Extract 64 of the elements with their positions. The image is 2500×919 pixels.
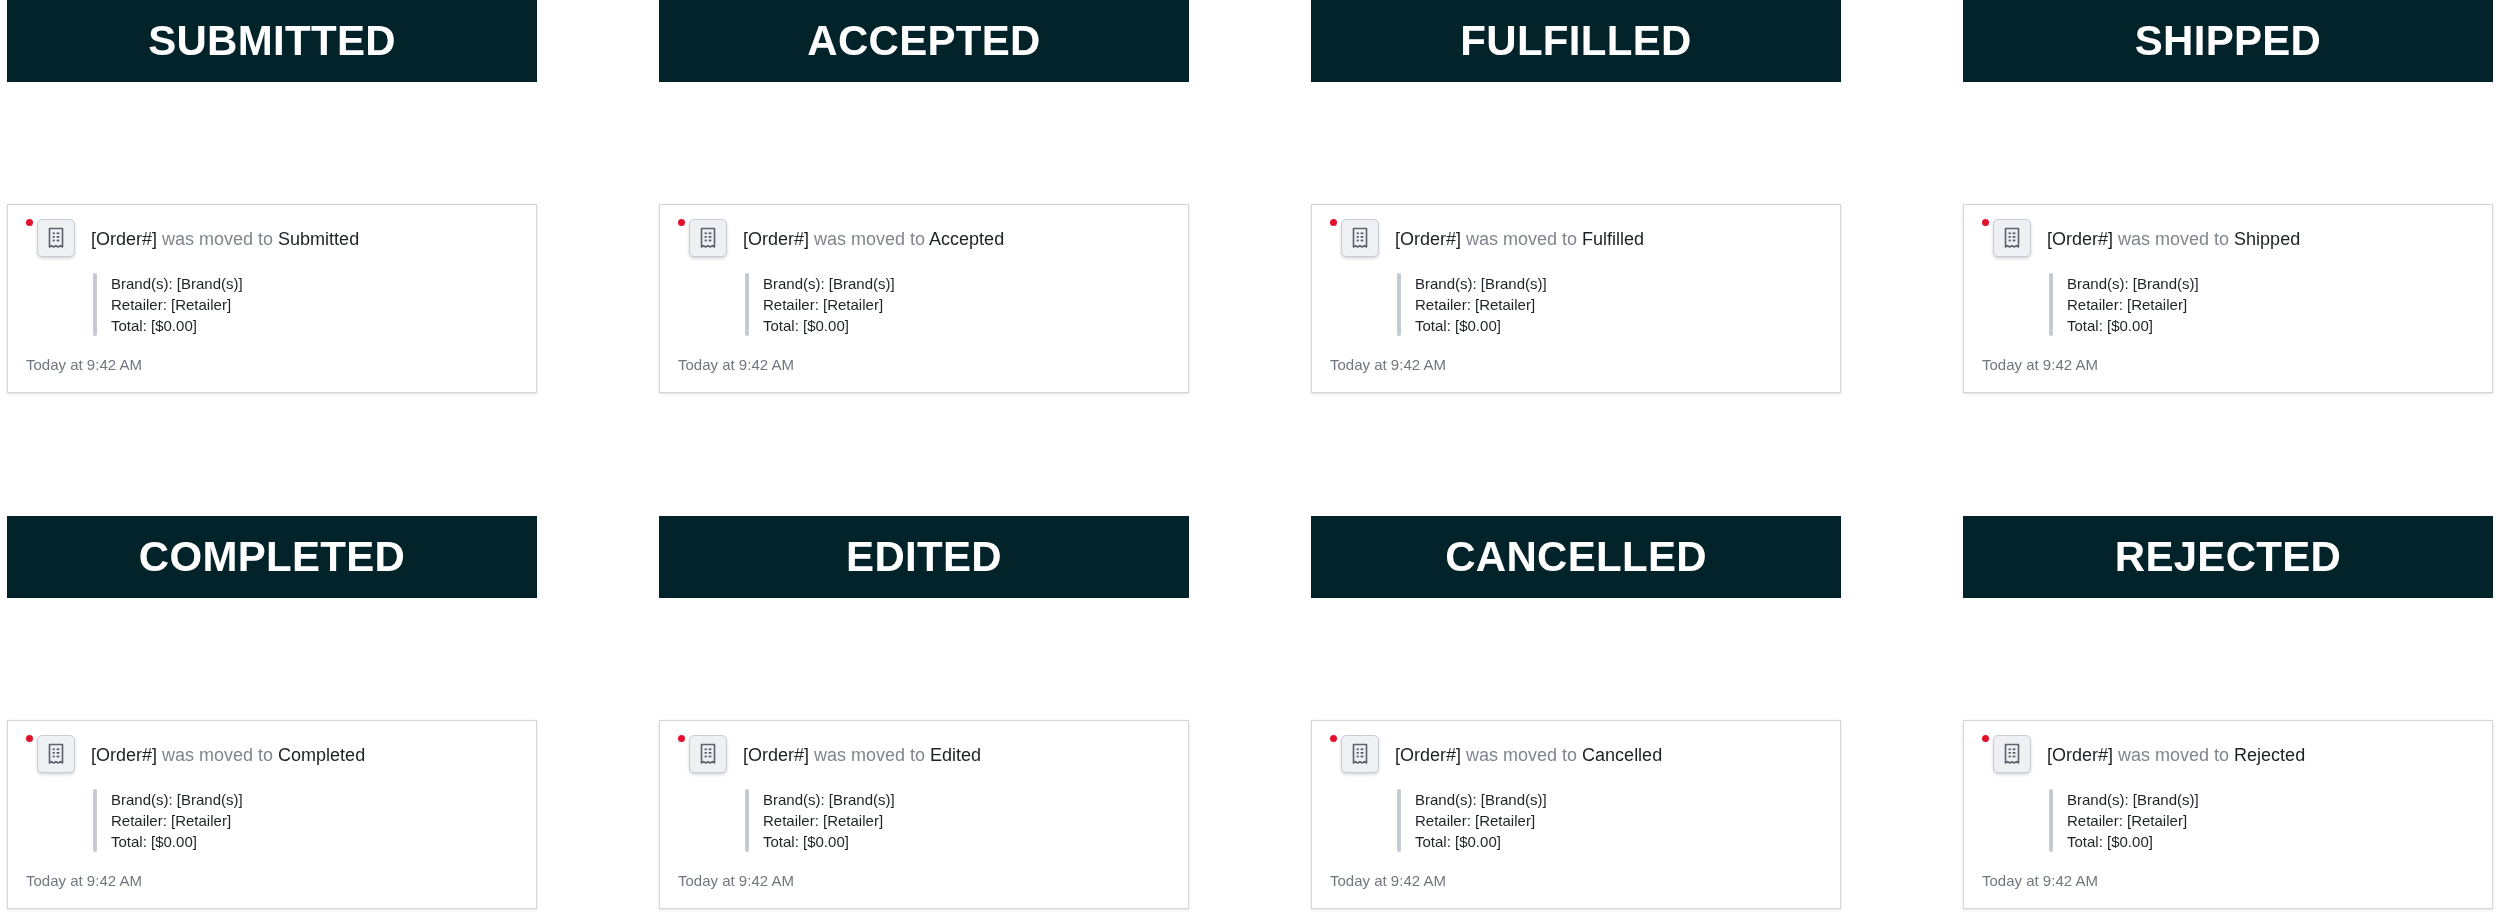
timestamp: Today at 9:42 AM <box>1982 871 2098 891</box>
status-heading: COMPLETED <box>7 516 537 598</box>
notification-title: [Order#] was moved to Accepted <box>743 229 1005 250</box>
notification-card[interactable]: [Order#] was moved to Rejected Brand(s): [Brand(s)] Retailer: [Retailer] Total: [$0.00] Today at 9:42 AM <box>1963 720 2493 909</box>
receipt-icon <box>689 735 727 773</box>
timestamp: Today at 9:42 AM <box>678 355 794 375</box>
detail-line: Total: [$0.00] <box>1415 832 1501 852</box>
detail-line: Retailer: [Retailer] <box>763 811 884 831</box>
detail-line: Total: [$0.00] <box>111 832 197 852</box>
detail-line: Retailer: [Retailer] <box>2067 295 2188 315</box>
receipt-icon <box>689 219 727 257</box>
timestamp: Today at 9:42 AM <box>1330 355 1446 375</box>
detail-line: Total: [$0.00] <box>1415 316 1501 336</box>
receipt-icon <box>1341 735 1379 773</box>
detail-line: Brand(s): [Brand(s)] <box>763 790 895 810</box>
detail-line: Total: [$0.00] <box>2067 316 2153 336</box>
status-heading: SUBMITTED <box>7 0 537 82</box>
status-heading: EDITED <box>659 516 1189 598</box>
timestamp: Today at 9:42 AM <box>1982 355 2098 375</box>
status-heading: FULFILLED <box>1311 0 1841 82</box>
receipt-icon <box>37 219 75 257</box>
detail-line: Brand(s): [Brand(s)] <box>1415 790 1547 810</box>
detail-line: Total: [$0.00] <box>763 316 849 336</box>
receipt-icon <box>37 735 75 773</box>
timestamp: Today at 9:42 AM <box>678 871 794 891</box>
detail-line: Brand(s): [Brand(s)] <box>2067 790 2199 810</box>
detail-line: Total: [$0.00] <box>111 316 197 336</box>
detail-line: Retailer: [Retailer] <box>111 295 232 315</box>
receipt-icon <box>1993 219 2031 257</box>
status-heading: CANCELLED <box>1311 516 1841 598</box>
notification-title: [Order#] was moved to Fulfilled <box>1395 229 1645 250</box>
notification-title: [Order#] was moved to Rejected <box>2047 745 2306 766</box>
detail-line: Brand(s): [Brand(s)] <box>1415 274 1547 294</box>
status-heading: ACCEPTED <box>659 0 1189 82</box>
detail-line: Total: [$0.00] <box>2067 832 2153 852</box>
notification-card[interactable]: [Order#] was moved to Fulfilled Brand(s): [Brand(s)] Retailer: [Retailer] Total: [$0.00] Today at 9:42 AM <box>1311 204 1841 393</box>
detail-line: Total: [$0.00] <box>763 832 849 852</box>
notification-title: [Order#] was moved to Cancelled <box>1395 745 1663 766</box>
timestamp: Today at 9:42 AM <box>1330 871 1446 891</box>
detail-line: Brand(s): [Brand(s)] <box>2067 274 2199 294</box>
detail-line: Brand(s): [Brand(s)] <box>111 790 243 810</box>
notification-card[interactable]: [Order#] was moved to Completed Brand(s): [Brand(s)] Retailer: [Retailer] Total: [$0.00] Today at 9:42 AM <box>7 720 537 909</box>
detail-line: Retailer: [Retailer] <box>1415 811 1536 831</box>
notification-card[interactable]: [Order#] was moved to Submitted Brand(s): [Brand(s)] Retailer: [Retailer] Total: [$0.00] Today at 9:42 AM <box>7 204 537 393</box>
status-heading: SHIPPED <box>1963 0 2493 82</box>
notification-card[interactable]: [Order#] was moved to Edited Brand(s): [Brand(s)] Retailer: [Retailer] Total: [$0.00] Today at 9:42 AM <box>659 720 1189 909</box>
timestamp: Today at 9:42 AM <box>26 355 142 375</box>
detail-line: Retailer: [Retailer] <box>2067 811 2188 831</box>
timestamp: Today at 9:42 AM <box>26 871 142 891</box>
status-heading: REJECTED <box>1963 516 2493 598</box>
notification-card[interactable]: [Order#] was moved to Accepted Brand(s): [Brand(s)] Retailer: [Retailer] Total: [$0.00] Today at 9:42 AM <box>659 204 1189 393</box>
detail-line: Retailer: [Retailer] <box>111 811 232 831</box>
notification-title: [Order#] was moved to Completed <box>91 745 366 766</box>
detail-line: Retailer: [Retailer] <box>763 295 884 315</box>
notification-title: [Order#] was moved to Submitted <box>91 229 360 250</box>
notification-card[interactable]: [Order#] was moved to Cancelled Brand(s): [Brand(s)] Retailer: [Retailer] Total: [$0.00] Today at 9:42 AM <box>1311 720 1841 909</box>
receipt-icon <box>1993 735 2031 773</box>
detail-line: Retailer: [Retailer] <box>1415 295 1536 315</box>
notification-title: [Order#] was moved to Shipped <box>2047 229 2301 250</box>
notification-title: [Order#] was moved to Edited <box>743 745 982 766</box>
detail-line: Brand(s): [Brand(s)] <box>111 274 243 294</box>
notification-card[interactable]: [Order#] was moved to Shipped Brand(s): [Brand(s)] Retailer: [Retailer] Total: [$0.00] Today at 9:42 AM <box>1963 204 2493 393</box>
detail-line: Brand(s): [Brand(s)] <box>763 274 895 294</box>
receipt-icon <box>1341 219 1379 257</box>
